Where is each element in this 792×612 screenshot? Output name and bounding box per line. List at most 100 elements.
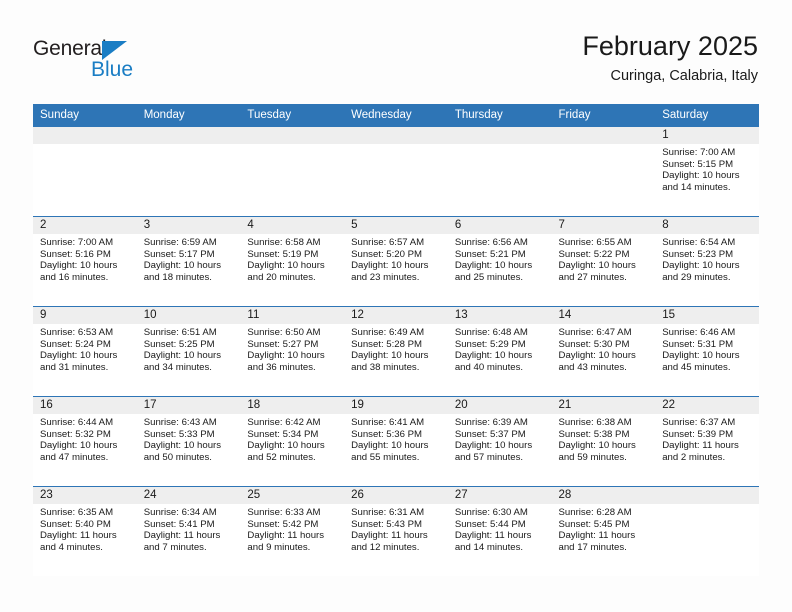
- sunrise-text: Sunrise: 6:51 AM: [143, 327, 217, 338]
- day-number: 15: [655, 307, 759, 324]
- calendar-week-row: 23 Sunrise: 6:35 AM Sunset: 5:40 PM Dayligh…: [33, 486, 759, 576]
- day-details: Sunrise: 6:42 AM Sunset: 5:34 PM Daylight:…: [240, 414, 344, 463]
- page-header: General Blue February 2025 Curinga, Cala…: [0, 0, 792, 104]
- generalblue-logo[interactable]: General Blue: [33, 38, 153, 86]
- calendar-day-cell[interactable]: 14 Sunrise: 6:47 AM Sunset: 5:30 PM Dayligh…: [551, 307, 656, 396]
- calendar-day-cell[interactable]: 20 Sunrise: 6:39 AM Sunset: 5:37 PM Dayligh…: [447, 397, 552, 486]
- day-number: 13: [447, 307, 552, 324]
- calendar-day-cell[interactable]: 24 Sunrise: 6:34 AM Sunset: 5:41 PM Dayligh…: [136, 487, 241, 576]
- daylight-text-line2: and 29 minutes.: [662, 271, 731, 283]
- calendar-day-cell[interactable]: 18 Sunrise: 6:42 AM Sunset: 5:34 PM Dayligh…: [240, 397, 345, 486]
- day-details: Sunrise: 6:28 AM Sunset: 5:45 PM Daylight:…: [552, 504, 656, 553]
- day-details: Sunrise: 6:55 AM Sunset: 5:22 PM Daylight:…: [552, 234, 656, 283]
- calendar-day-cell[interactable]: 23 Sunrise: 6:35 AM Sunset: 5:40 PM Dayligh…: [33, 487, 137, 576]
- daylight-text-line1: Daylight: 10 hours: [454, 440, 533, 452]
- day-number: 25: [240, 487, 345, 504]
- calendar-day-cell[interactable]: 6 Sunrise: 6:56 AM Sunset: 5:21 PM Daylight…: [447, 217, 552, 306]
- daylight-text-line1: Daylight: 10 hours: [558, 350, 636, 362]
- daylight-text-line1: Daylight: 10 hours: [40, 350, 118, 362]
- daylight-text-line1: Daylight: 10 hours: [247, 440, 325, 452]
- daylight-text-line1: Daylight: 11 hours: [454, 530, 532, 542]
- daylight-text-line1: Daylight: 10 hours: [143, 440, 222, 452]
- daylight-text-line2: and 23 minutes.: [351, 271, 420, 283]
- daylight-text-line2: and 18 minutes.: [143, 271, 212, 283]
- sunset-text: Sunset: 5:21 PM: [454, 248, 526, 260]
- calendar-day-cell[interactable]: 17 Sunrise: 6:43 AM Sunset: 5:33 PM Dayligh…: [136, 397, 241, 486]
- daylight-text-line2: and 43 minutes.: [558, 361, 627, 373]
- daylight-text-line1: Daylight: 10 hours: [351, 350, 429, 362]
- daylight-text-line1: Daylight: 10 hours: [40, 260, 118, 272]
- weekday-sunday: Sunday: [40, 109, 80, 121]
- calendar-day-cell[interactable]: 26 Sunrise: 6:31 AM Sunset: 5:43 PM Dayligh…: [344, 487, 448, 576]
- day-details: Sunrise: 6:47 AM Sunset: 5:30 PM Daylight:…: [552, 324, 656, 373]
- daylight-text-line2: and 59 minutes.: [558, 451, 627, 463]
- sunset-text: Sunset: 5:34 PM: [247, 428, 319, 440]
- calendar-day-cell-empty: [551, 127, 656, 216]
- day-details: Sunrise: 6:44 AM Sunset: 5:32 PM Daylight:…: [33, 414, 137, 463]
- day-details: Sunrise: 6:34 AM Sunset: 5:41 PM Daylight:…: [137, 504, 241, 553]
- daylight-text-line1: Daylight: 10 hours: [143, 260, 222, 272]
- daylight-text-line1: Daylight: 10 hours: [143, 350, 222, 362]
- day-number: 16: [33, 397, 137, 414]
- sunrise-text: Sunrise: 7:00 AM: [662, 147, 736, 158]
- day-details: Sunrise: 6:33 AM Sunset: 5:42 PM Daylight:…: [240, 504, 344, 553]
- calendar-grid: Sunday Monday Tuesday Wednesday Thursday…: [33, 104, 759, 576]
- daylight-text-line2: and 25 minutes.: [454, 271, 524, 283]
- day-number: 26: [344, 487, 448, 504]
- daylight-text-line1: Daylight: 11 hours: [662, 440, 739, 452]
- calendar-day-cell-empty: [344, 127, 448, 216]
- calendar-day-cell[interactable]: 1 Sunrise: 7:00 AM Sunset: 5:15 PM Daylight…: [655, 127, 759, 216]
- daylight-text-line1: Daylight: 10 hours: [662, 350, 740, 362]
- daylight-text-line2: and 36 minutes.: [247, 361, 316, 373]
- weekday-thursday: Thursday: [454, 109, 503, 121]
- day-details: Sunrise: 6:53 AM Sunset: 5:24 PM Daylight:…: [33, 324, 137, 373]
- calendar-weeks: 1 Sunrise: 7:00 AM Sunset: 5:15 PM Daylight…: [33, 127, 759, 576]
- daylight-text-line2: and 2 minutes.: [662, 451, 726, 463]
- calendar-day-cell[interactable]: 25 Sunrise: 6:33 AM Sunset: 5:42 PM Dayligh…: [240, 487, 345, 576]
- daylight-text-line2: and 27 minutes.: [558, 271, 627, 283]
- day-number: 20: [447, 397, 552, 414]
- calendar-day-cell[interactable]: 16 Sunrise: 6:44 AM Sunset: 5:32 PM Dayligh…: [33, 397, 137, 486]
- day-number: [33, 127, 137, 144]
- calendar-day-cell[interactable]: 15 Sunrise: 6:46 AM Sunset: 5:31 PM Dayligh…: [655, 307, 759, 396]
- day-details: Sunrise: 6:43 AM Sunset: 5:33 PM Daylight:…: [137, 414, 241, 463]
- sunset-text: Sunset: 5:28 PM: [351, 338, 423, 350]
- calendar-day-cell[interactable]: 27 Sunrise: 6:30 AM Sunset: 5:44 PM Dayligh…: [447, 487, 552, 576]
- calendar-day-cell[interactable]: 9 Sunrise: 6:53 AM Sunset: 5:24 PM Daylight…: [33, 307, 137, 396]
- day-number: [551, 127, 656, 144]
- day-number: 11: [240, 307, 345, 324]
- sunset-text: Sunset: 5:30 PM: [558, 338, 630, 350]
- calendar-day-cell[interactable]: 21 Sunrise: 6:38 AM Sunset: 5:38 PM Dayligh…: [551, 397, 656, 486]
- day-number: [655, 487, 759, 504]
- daylight-text-line2: and 40 minutes.: [454, 361, 524, 373]
- sunset-text: Sunset: 5:45 PM: [558, 518, 630, 530]
- day-number: [344, 127, 448, 144]
- calendar-day-cell[interactable]: 28 Sunrise: 6:28 AM Sunset: 5:45 PM Dayligh…: [551, 487, 656, 576]
- sunset-text: Sunset: 5:15 PM: [662, 158, 734, 170]
- sunrise-text: Sunrise: 6:31 AM: [351, 507, 425, 518]
- sunrise-text: Sunrise: 6:55 AM: [558, 237, 632, 248]
- day-number: 21: [551, 397, 656, 414]
- calendar-day-cell-empty: [33, 127, 137, 216]
- calendar-day-cell[interactable]: 8 Sunrise: 6:54 AM Sunset: 5:23 PM Daylight…: [655, 217, 759, 306]
- calendar-day-cell[interactable]: 11 Sunrise: 6:50 AM Sunset: 5:27 PM Dayligh…: [240, 307, 345, 396]
- calendar-day-cell[interactable]: 3 Sunrise: 6:59 AM Sunset: 5:17 PM Daylight…: [136, 217, 241, 306]
- sunset-text: Sunset: 5:23 PM: [662, 248, 734, 260]
- calendar-day-cell[interactable]: 19 Sunrise: 6:41 AM Sunset: 5:36 PM Dayligh…: [344, 397, 448, 486]
- sunset-text: Sunset: 5:37 PM: [454, 428, 526, 440]
- sunrise-text: Sunrise: 6:43 AM: [143, 417, 217, 428]
- day-number: 8: [655, 217, 759, 234]
- calendar-day-cell[interactable]: 13 Sunrise: 6:48 AM Sunset: 5:29 PM Dayligh…: [447, 307, 552, 396]
- calendar-day-cell[interactable]: 4 Sunrise: 6:58 AM Sunset: 5:19 PM Daylight…: [240, 217, 345, 306]
- calendar-day-cell[interactable]: 5 Sunrise: 6:57 AM Sunset: 5:20 PM Daylight…: [344, 217, 448, 306]
- calendar-day-cell[interactable]: 7 Sunrise: 6:55 AM Sunset: 5:22 PM Daylight…: [551, 217, 656, 306]
- calendar-day-cell[interactable]: 22 Sunrise: 6:37 AM Sunset: 5:39 PM Dayligh…: [655, 397, 759, 486]
- calendar-day-cell[interactable]: 2 Sunrise: 7:00 AM Sunset: 5:16 PM Daylight…: [33, 217, 137, 306]
- day-number: 18: [240, 397, 345, 414]
- calendar-day-cell[interactable]: 12 Sunrise: 6:49 AM Sunset: 5:28 PM Dayligh…: [344, 307, 448, 396]
- calendar-week-row: 2 Sunrise: 7:00 AM Sunset: 5:16 PM Daylight…: [33, 216, 759, 306]
- daylight-text-line1: Daylight: 10 hours: [662, 260, 740, 272]
- day-number: [447, 127, 552, 144]
- daylight-text-line1: Daylight: 11 hours: [351, 530, 428, 542]
- calendar-day-cell[interactable]: 10 Sunrise: 6:51 AM Sunset: 5:25 PM Dayligh…: [136, 307, 241, 396]
